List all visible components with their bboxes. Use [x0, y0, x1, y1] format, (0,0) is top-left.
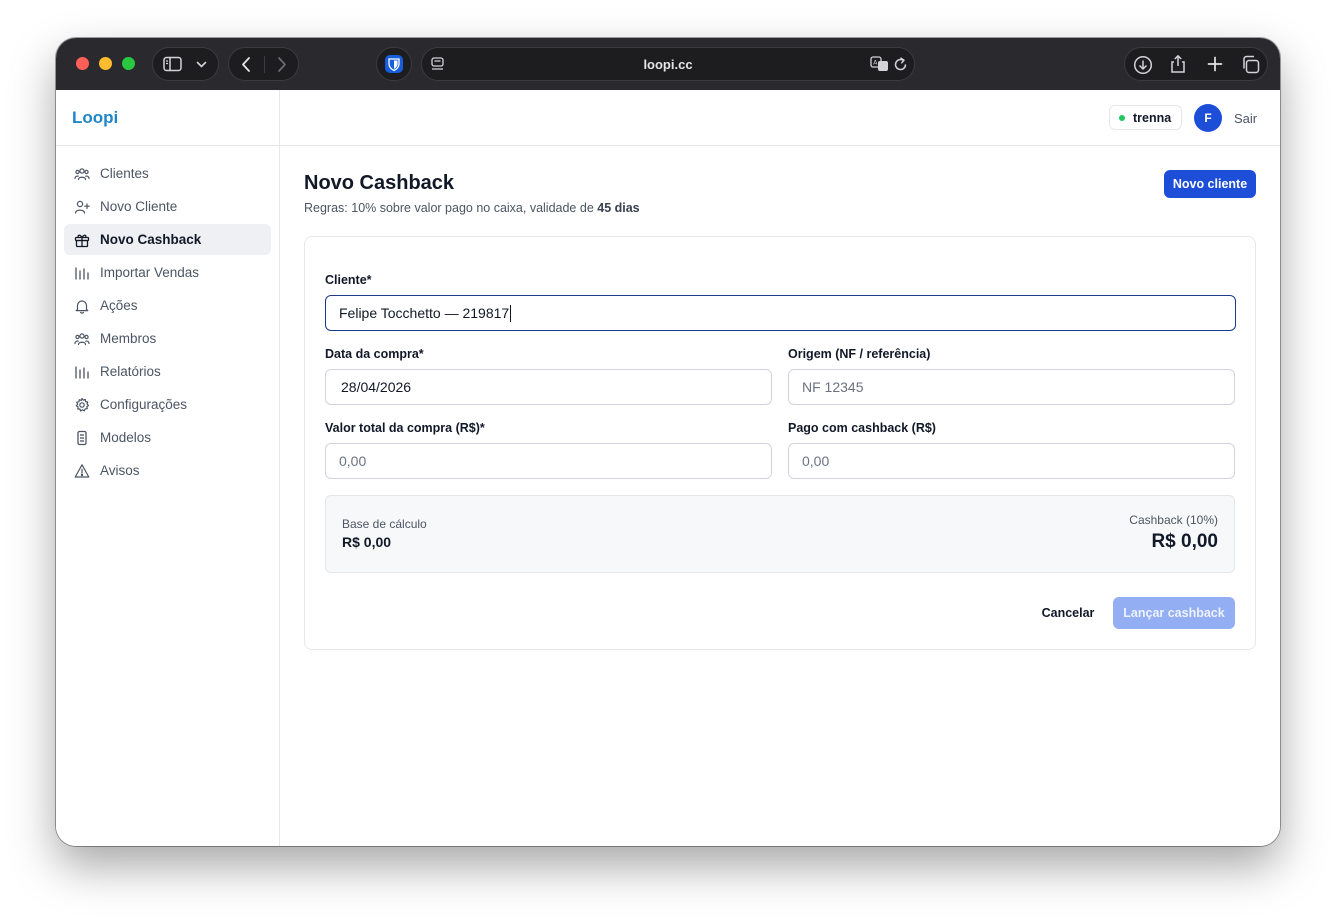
cashback-form-card: Cliente* Felipe Tocchetto — 219817 Data … — [304, 236, 1256, 650]
toolbar-actions — [1124, 47, 1268, 81]
share-icon[interactable] — [1170, 54, 1186, 74]
data-compra-label: Data da compra* — [325, 347, 424, 361]
base-value: R$ 0,00 — [342, 534, 392, 550]
app: Loopi Clientes Novo Cliente Novo Cashbac… — [56, 90, 1280, 846]
workspace-name: trenna — [1133, 110, 1172, 125]
sidebar-item-label: Relatórios — [100, 364, 161, 379]
valor-total-input[interactable]: 0,00 — [325, 443, 772, 479]
user-plus-icon — [74, 199, 90, 215]
sidebar-toggle-icon[interactable] — [163, 56, 182, 72]
page-title: Novo Cashback — [304, 172, 455, 194]
sidebar-item-label: Avisos — [100, 463, 140, 478]
page-rules: Regras: 10% sobre valor pago no caixa, v… — [304, 201, 640, 215]
address-bar[interactable]: loopi.cc A — [421, 47, 915, 81]
workspace-badge[interactable]: trenna — [1109, 105, 1183, 130]
origem-input[interactable]: NF 12345 — [788, 369, 1235, 405]
rules-text: Regras: 10% sobre valor pago no caixa, v… — [304, 201, 598, 215]
status-dot — [1119, 114, 1125, 121]
chevron-down-icon[interactable] — [196, 60, 207, 69]
sidebar-item-avisos[interactable]: Avisos — [64, 455, 271, 486]
submit-cashback-button[interactable]: Lançar cashback — [1113, 597, 1235, 629]
warning-icon — [74, 463, 90, 479]
rules-days: 45 dias — [597, 201, 640, 215]
bitwarden-extension-button[interactable] — [376, 47, 412, 81]
brand-logo[interactable]: Loopi — [72, 108, 118, 128]
pago-cashback-input[interactable]: 0,00 — [788, 443, 1235, 479]
sidebar: Loopi Clientes Novo Cliente Novo Cashbac… — [56, 90, 280, 846]
sidebar-item-label: Novo Cashback — [100, 232, 202, 247]
new-client-button[interactable]: Novo cliente — [1164, 170, 1256, 198]
browser-toolbar: loopi.cc A — [56, 38, 1280, 90]
cancel-button[interactable]: Cancelar — [1033, 597, 1103, 629]
sidebar-item-label: Novo Cliente — [100, 199, 178, 214]
logout-link[interactable]: Sair — [1234, 111, 1257, 126]
gift-icon — [74, 232, 90, 248]
valor-total-placeholder: 0,00 — [339, 453, 367, 469]
sidebar-item-importar-vendas[interactable]: Importar Vendas — [64, 257, 271, 288]
pago-cashback-placeholder: 0,00 — [802, 453, 830, 469]
bell-icon — [74, 298, 90, 314]
close-window-button[interactable] — [76, 57, 89, 70]
gear-icon — [74, 397, 90, 413]
avatar[interactable]: F — [1194, 104, 1222, 132]
svg-text:A: A — [873, 60, 878, 67]
valor-total-label: Valor total da compra (R$)* — [325, 421, 485, 435]
sidebar-item-novo-cashback[interactable]: Novo Cashback — [64, 224, 271, 255]
minimize-window-button[interactable] — [99, 57, 112, 70]
browser-window: loopi.cc A Loopi Clientes Novo Cliente N… — [56, 38, 1280, 846]
sidebar-item-label: Membros — [100, 331, 157, 346]
sidebar-item-label: Ações — [100, 298, 138, 313]
navigation-group — [228, 47, 299, 81]
tab-overview-icon[interactable] — [1241, 55, 1260, 74]
origem-label: Origem (NF / referência) — [788, 347, 931, 361]
sidebar-divider — [56, 145, 279, 146]
pago-cashback-label: Pago com cashback (R$) — [788, 421, 936, 435]
sidebar-toggle-group[interactable] — [152, 47, 219, 81]
bar-chart-icon — [74, 265, 90, 281]
sidebar-item-label: Configurações — [100, 397, 188, 412]
cashback-label: Cashback (10%) — [1129, 513, 1218, 527]
reload-icon[interactable] — [894, 57, 908, 72]
topbar-divider — [280, 145, 1280, 146]
download-icon[interactable] — [1133, 55, 1153, 75]
sidebar-item-label: Modelos — [100, 430, 152, 445]
cliente-value: Felipe Tocchetto — 219817 — [339, 305, 510, 321]
cashback-value: R$ 0,00 — [1151, 531, 1218, 552]
back-icon[interactable] — [240, 56, 252, 73]
bitwarden-icon — [388, 58, 400, 71]
url-text[interactable]: loopi.cc — [422, 57, 914, 72]
forward-icon[interactable] — [276, 56, 288, 73]
data-compra-value: 28/04/2026 — [341, 379, 412, 395]
sidebar-nav: Clientes Novo Cliente Novo Cashback Impo… — [64, 158, 271, 488]
users-icon — [74, 331, 90, 347]
document-icon — [74, 430, 90, 446]
sidebar-item-modelos[interactable]: Modelos — [64, 422, 271, 453]
sidebar-item-label: Importar Vendas — [100, 265, 200, 280]
new-tab-icon[interactable] — [1207, 56, 1223, 72]
cliente-label: Cliente* — [325, 273, 372, 287]
sidebar-item-relatorios[interactable]: Relatórios — [64, 356, 271, 387]
data-compra-input[interactable]: 28/04/2026 — [325, 369, 772, 405]
zoom-window-button[interactable] — [122, 57, 135, 70]
sidebar-item-clientes[interactable]: Clientes — [64, 158, 271, 189]
sidebar-item-membros[interactable]: Membros — [64, 323, 271, 354]
users-icon — [74, 166, 90, 182]
sidebar-item-acoes[interactable]: Ações — [64, 290, 271, 321]
sidebar-item-label: Clientes — [100, 166, 149, 181]
cliente-input[interactable]: Felipe Tocchetto — 219817 — [325, 295, 1236, 331]
translate-icon[interactable]: A — [870, 56, 889, 72]
sidebar-item-configuracoes[interactable]: Configurações — [64, 389, 271, 420]
sidebar-item-novo-cliente[interactable]: Novo Cliente — [64, 191, 271, 222]
calculation-summary: Base de cálculo R$ 0,00 Cashback (10%) R… — [325, 495, 1235, 573]
text-caret — [510, 304, 512, 322]
base-label: Base de cálculo — [342, 517, 427, 531]
origem-placeholder: NF 12345 — [802, 379, 864, 395]
bar-chart-icon — [74, 364, 90, 380]
